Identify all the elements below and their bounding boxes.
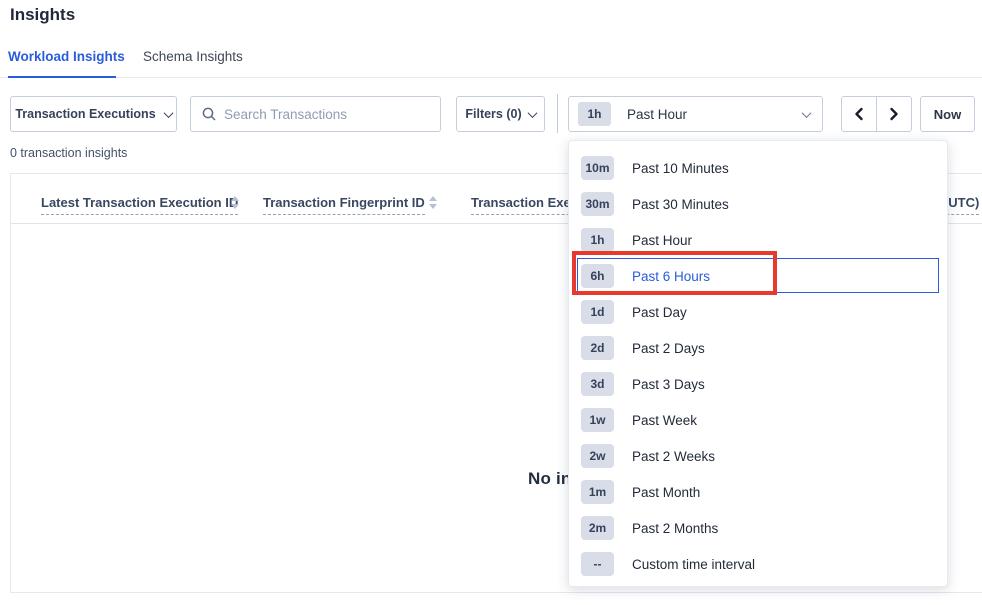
time-option-label: Past 6 Hours — [632, 269, 710, 284]
next-interval-button[interactable] — [876, 96, 912, 132]
time-option-label: Past Day — [632, 305, 687, 320]
time-option-label: Past Month — [632, 485, 700, 500]
time-option-badge: 1m — [581, 480, 614, 504]
time-option-label: Past 2 Months — [632, 521, 718, 536]
time-option-label: Past 10 Minutes — [632, 161, 729, 176]
insights-page: Insights Workload Insights Schema Insigh… — [0, 0, 982, 605]
time-option-label: Past Week — [632, 413, 697, 428]
time-option-badge: 3d — [581, 372, 614, 396]
time-option-label: Past 2 Days — [632, 341, 705, 356]
time-interval-dropdown: 10m Past 10 Minutes 30m Past 30 Minutes 1h Pa… — [568, 140, 948, 587]
search-icon — [202, 107, 216, 121]
time-option-label: Past 3 Days — [632, 377, 705, 392]
time-option-6h[interactable]: 6h Past 6 Hours — [569, 258, 947, 294]
tab-workload-insights[interactable]: Workload Insights — [8, 49, 125, 64]
insights-count: 0 transaction insights — [10, 146, 127, 160]
time-option-badge: 30m — [581, 192, 614, 216]
time-option-1m[interactable]: 1m Past Month — [569, 474, 947, 510]
time-option-3d[interactable]: 3d Past 3 Days — [569, 366, 947, 402]
time-option-badge: 1w — [581, 408, 614, 432]
now-button[interactable]: Now — [920, 96, 975, 132]
time-option-badge: 2w — [581, 444, 614, 468]
time-option-1w[interactable]: 1w Past Week — [569, 402, 947, 438]
time-option-label: Past 30 Minutes — [632, 197, 729, 212]
column-header-transaction-fingerprint-id[interactable]: Transaction Fingerprint ID — [263, 195, 425, 215]
time-option-2w[interactable]: 2w Past 2 Weeks — [569, 438, 947, 474]
transaction-type-label: Transaction Executions — [15, 107, 155, 121]
time-option-1d[interactable]: 1d Past Day — [569, 294, 947, 330]
time-option-10m[interactable]: 10m Past 10 Minutes — [569, 150, 947, 186]
time-range-label: Past Hour — [627, 107, 803, 122]
time-option-1h[interactable]: 1h Past Hour — [569, 222, 947, 258]
filters-button[interactable]: Filters (0) — [456, 96, 545, 132]
search-box[interactable] — [190, 96, 441, 132]
tab-bar: Workload Insights Schema Insights — [0, 45, 982, 78]
chevron-left-icon — [853, 107, 865, 121]
toolbar-divider — [557, 94, 558, 133]
column-header-latest-transaction-execution-id[interactable]: Latest Transaction Execution ID — [41, 195, 238, 215]
time-option-badge: 2d — [581, 336, 614, 360]
time-option-badge: 2m — [581, 516, 614, 540]
filters-label: Filters (0) — [465, 107, 521, 121]
time-option-custom[interactable]: -- Custom time interval — [569, 546, 947, 582]
time-range-badge: 1h — [578, 102, 611, 126]
transaction-type-select[interactable]: Transaction Executions — [10, 96, 177, 132]
time-option-badge: 10m — [581, 156, 614, 180]
sort-icon[interactable] — [231, 196, 239, 209]
time-interval-select[interactable]: 1h Past Hour — [568, 96, 823, 132]
time-option-badge: -- — [581, 552, 614, 576]
time-option-label: Custom time interval — [632, 557, 755, 572]
chevron-down-icon — [802, 108, 812, 118]
tab-schema-insights[interactable]: Schema Insights — [143, 49, 243, 64]
active-tab-underline — [8, 76, 116, 78]
time-option-2d[interactable]: 2d Past 2 Days — [569, 330, 947, 366]
time-option-badge: 1h — [581, 228, 614, 252]
search-input[interactable] — [224, 107, 440, 122]
time-option-label: Past 2 Weeks — [632, 449, 715, 464]
time-option-badge: 1d — [581, 300, 614, 324]
time-option-label: Past Hour — [632, 233, 692, 248]
sort-icon[interactable] — [429, 196, 437, 209]
prev-interval-button[interactable] — [841, 96, 877, 132]
page-title: Insights — [10, 5, 75, 25]
time-option-badge: 6h — [581, 264, 614, 288]
time-interval-options: 10m Past 10 Minutes 30m Past 30 Minutes 1h Pa… — [569, 150, 947, 582]
time-option-30m[interactable]: 30m Past 30 Minutes — [569, 186, 947, 222]
time-option-2m[interactable]: 2m Past 2 Months — [569, 510, 947, 546]
chevron-down-icon — [527, 108, 537, 118]
chevron-right-icon — [888, 107, 900, 121]
chevron-down-icon — [163, 108, 173, 118]
